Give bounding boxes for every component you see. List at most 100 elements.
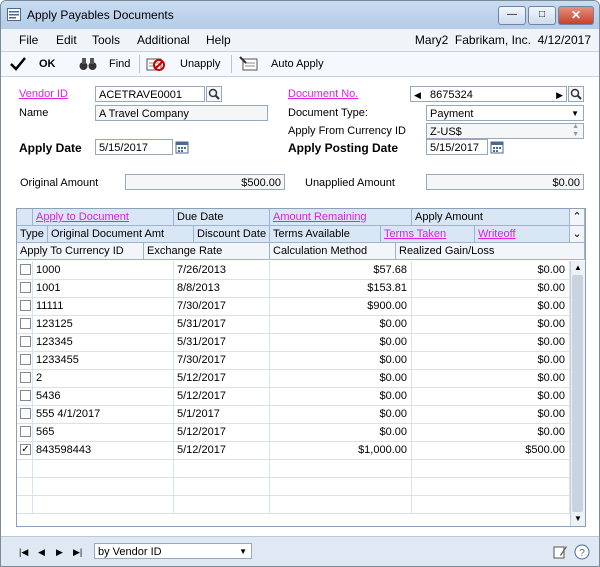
menu-help[interactable]: Help [206, 33, 231, 47]
apply-checkbox-cell [17, 333, 33, 351]
help-icon[interactable]: ? [574, 544, 590, 560]
vendor-name-field: A Travel Company [95, 105, 268, 121]
table-row[interactable]: 1000 7/26/2013 $57.68 $0.00 [17, 261, 570, 280]
table-row[interactable]: 2 5/12/2017 $0.00 $0.00 [17, 369, 570, 388]
last-record-icon[interactable]: ▶| [73, 547, 82, 558]
apply-checkbox[interactable] [20, 282, 31, 293]
menu-bar: File Edit Tools Additional Help Mary2 Fa… [1, 29, 599, 52]
table-row[interactable]: 123345 5/31/2017 $0.00 $0.00 [17, 333, 570, 352]
apply-checkbox[interactable] [20, 390, 31, 401]
amount-remaining-cell: $0.00 [270, 423, 412, 441]
vendor-lookup-button[interactable] [206, 86, 222, 102]
checkmark-icon [10, 57, 26, 71]
vendor-id-link[interactable]: Vendor ID [19, 88, 68, 100]
apply-checkbox[interactable] [20, 336, 31, 347]
col-apply-amount: Apply Amount [412, 209, 570, 226]
auto-apply-button[interactable]: Auto Apply [239, 55, 324, 73]
amount-remaining-cell: $0.00 [270, 315, 412, 333]
scroll-up-icon[interactable]: ▲ [571, 261, 585, 275]
vendor-id-field[interactable]: ACETRAVE0001 [95, 86, 205, 102]
ok-label: OK [39, 58, 56, 70]
previous-record-icon[interactable]: ◀ [38, 547, 45, 558]
menu-additional[interactable]: Additional [137, 33, 190, 47]
apply-checkbox-cell [17, 369, 33, 387]
apply-amount-cell[interactable]: $0.00 [412, 369, 570, 387]
calendar-icon[interactable] [175, 140, 189, 154]
table-row[interactable]: 565 5/12/2017 $0.00 $0.00 [17, 423, 570, 442]
sort-by-select[interactable]: by Vendor ID ▼ [94, 543, 252, 559]
table-row[interactable]: 123125 5/31/2017 $0.00 $0.00 [17, 315, 570, 334]
find-label: Find [109, 58, 131, 70]
previous-document-icon[interactable]: ◀ [414, 87, 421, 101]
apply-checkbox[interactable] [20, 426, 31, 437]
ok-button[interactable]: OK [9, 55, 56, 73]
menu-edit[interactable]: Edit [56, 33, 77, 47]
close-button[interactable]: ✕ [558, 6, 594, 25]
scroll-thumb[interactable] [572, 275, 583, 512]
col-amount-remaining[interactable]: Amount Remaining [270, 209, 412, 226]
document-number-cell: 555 4/1/2017 [33, 405, 174, 423]
apply-checkbox-cell [17, 423, 33, 441]
menu-file[interactable]: File [19, 33, 38, 47]
apply-checkbox[interactable]: ✓ [20, 444, 31, 455]
posting-date-field[interactable]: 5/15/2017 [426, 139, 488, 155]
table-row[interactable]: 555 4/1/2017 5/1/2017 $0.00 $0.00 [17, 405, 570, 424]
original-amount-label: Original Amount [20, 177, 99, 189]
apply-checkbox[interactable] [20, 408, 31, 419]
collapse-rows-icon[interactable]: ⌃ [570, 209, 585, 226]
scroll-down-icon[interactable]: ▼ [571, 512, 585, 526]
apply-checkbox[interactable] [20, 264, 31, 275]
apply-date-field[interactable]: 5/15/2017 [95, 139, 173, 155]
document-lookup-button[interactable] [568, 86, 584, 102]
document-type-value: Payment [430, 108, 474, 120]
col-calculation-method: Calculation Method [270, 243, 396, 260]
apply-checkbox[interactable] [20, 372, 31, 383]
table-row[interactable]: 5436 5/12/2017 $0.00 $0.00 [17, 387, 570, 406]
amount-remaining-cell: $0.00 [270, 351, 412, 369]
form-body: Vendor ID ACETRAVE0001 Name A Travel Com… [1, 77, 599, 566]
find-button[interactable]: Find [79, 55, 130, 73]
next-record-icon[interactable]: ▶ [56, 547, 63, 558]
apply-amount-cell[interactable]: $0.00 [412, 423, 570, 441]
expand-rows-icon[interactable]: ⌄ [570, 226, 585, 243]
empty-cell [412, 477, 570, 495]
table-row[interactable]: ✓ 843598443 5/12/2017 $1,000.00 $500.00 [17, 441, 570, 460]
note-icon[interactable] [552, 544, 568, 560]
col-writeoff[interactable]: Writeoff [475, 226, 570, 243]
table-row[interactable]: 1233455 7/30/2017 $0.00 $0.00 [17, 351, 570, 370]
menu-tools[interactable]: Tools [92, 33, 120, 47]
apply-checkbox[interactable] [20, 354, 31, 365]
first-record-icon[interactable]: |◀ [19, 547, 28, 558]
apply-checkbox-cell [17, 261, 33, 279]
apply-amount-cell[interactable]: $0.00 [412, 315, 570, 333]
table-row[interactable]: 1001 8/8/2013 $153.81 $0.00 [17, 279, 570, 298]
unapplied-amount-field: $0.00 [426, 174, 584, 190]
minimize-button[interactable]: — [498, 6, 526, 25]
apply-amount-cell[interactable]: $0.00 [412, 261, 570, 279]
apply-amount-cell[interactable]: $0.00 [412, 351, 570, 369]
document-no-field[interactable]: ◀ 8675324 ▶ [410, 86, 567, 102]
apply-amount-cell[interactable]: $0.00 [412, 387, 570, 405]
grid-scrollbar[interactable]: ▲ ▼ [570, 261, 585, 526]
next-document-icon[interactable]: ▶ [556, 87, 563, 101]
maximize-button[interactable]: □ [528, 6, 556, 25]
col-apply-to-document[interactable]: Apply to Document [33, 209, 174, 226]
apply-amount-cell[interactable]: $500.00 [412, 441, 570, 459]
apply-amount-cell[interactable]: $0.00 [412, 297, 570, 315]
unapply-button[interactable]: Unapply [146, 55, 220, 73]
apply-amount-cell[interactable]: $0.00 [412, 279, 570, 297]
table-row [17, 477, 570, 496]
auto-apply-label: Auto Apply [271, 58, 324, 70]
col-terms-taken[interactable]: Terms Taken [381, 226, 475, 243]
amount-remaining-cell: $0.00 [270, 405, 412, 423]
calendar-icon[interactable] [490, 140, 504, 154]
col-apply-to-document-label: Apply to Document [36, 211, 129, 223]
document-number-cell: 1233455 [33, 351, 174, 369]
table-row[interactable]: 11111 7/30/2017 $900.00 $0.00 [17, 297, 570, 316]
apply-checkbox[interactable] [20, 300, 31, 311]
document-no-link[interactable]: Document No. [288, 88, 358, 100]
apply-amount-cell[interactable]: $0.00 [412, 405, 570, 423]
document-type-select[interactable]: Payment ▼ [426, 105, 584, 121]
apply-amount-cell[interactable]: $0.00 [412, 333, 570, 351]
apply-checkbox[interactable] [20, 318, 31, 329]
